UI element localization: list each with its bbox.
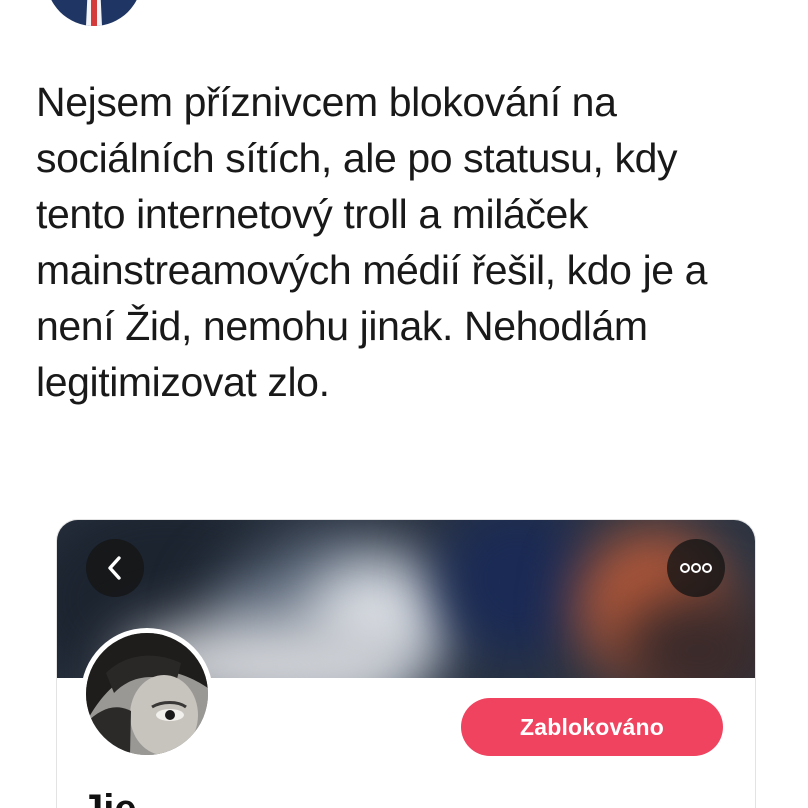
profile-display-name: Jie bbox=[81, 784, 137, 808]
tweet-text-line: Nejsem příznivcem blokování na bbox=[36, 79, 617, 125]
embedded-profile-screenshot[interactable]: Zablokováno Jie bbox=[56, 519, 756, 808]
avatar-tie bbox=[91, 0, 97, 26]
profile-avatar[interactable] bbox=[81, 628, 213, 760]
author-avatar[interactable] bbox=[46, 0, 142, 26]
tweet-text-line: tento internetový troll a miláček bbox=[36, 191, 588, 237]
tweet-text-line: legitimizovat zlo. bbox=[36, 359, 330, 405]
profile-photo-illustration bbox=[86, 633, 208, 755]
blocked-button[interactable]: Zablokováno bbox=[461, 698, 723, 756]
back-button[interactable] bbox=[86, 539, 144, 597]
tweet-text-line: není Žid, nemohu jinak. Nehodlám bbox=[36, 303, 648, 349]
more-options-button[interactable] bbox=[667, 539, 725, 597]
tweet-text-line: sociálních sítích, ale po statusu, kdy bbox=[36, 135, 678, 181]
tweet-text: Nejsem příznivcem blokování na sociálníc… bbox=[36, 74, 786, 410]
ellipsis-icon bbox=[680, 563, 712, 573]
banner-blur-shape bbox=[437, 520, 597, 660]
tweet-text-line: mainstreamových médií řešil, kdo je a bbox=[36, 247, 708, 293]
profile-photo bbox=[86, 633, 208, 755]
chevron-left-icon bbox=[108, 556, 121, 580]
screenshot-page: Nejsem příznivcem blokování na sociálníc… bbox=[0, 0, 808, 808]
